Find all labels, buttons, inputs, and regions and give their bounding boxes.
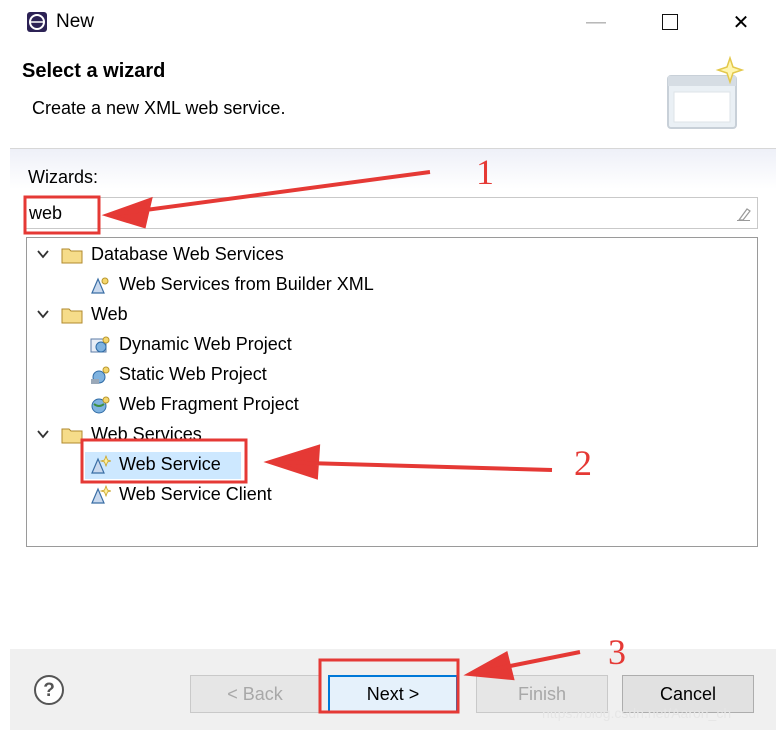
tree-item-label: Dynamic Web Project [119, 334, 292, 354]
back-button[interactable]: < Back [190, 675, 320, 713]
web-fragment-project-icon [91, 396, 110, 414]
tree-item-label: Web Service Client [119, 484, 272, 504]
window-title: New [56, 11, 95, 32]
tree-category-database-web-services[interactable]: Database Web Services [27, 240, 757, 270]
tree-item-static-web-project[interactable]: Static Web Project [27, 360, 757, 390]
static-web-project-icon [91, 366, 110, 384]
tree-item-web-fragment-project[interactable]: Web Fragment Project [27, 390, 757, 420]
tree-item-label: Web [91, 304, 128, 324]
tree-item-web-service-client[interactable]: Web Service Client [27, 480, 757, 510]
folder-icon [61, 428, 83, 444]
folder-icon [61, 248, 83, 264]
web-service-builder-icon [91, 277, 109, 294]
maximize-icon [662, 14, 678, 30]
chevron-down-icon[interactable] [35, 306, 51, 322]
tree-item-label: Web Service [119, 454, 221, 474]
close-button[interactable]: ✕ [718, 4, 764, 40]
button-bar: ? < Back Next > Finish Cancel https://bl… [10, 649, 776, 730]
wizard-body: Wizards: Database Web Services Web Servi… [10, 149, 776, 649]
new-wizard-banner-icon [667, 55, 745, 129]
tree-item-label: Database Web Services [91, 244, 284, 264]
title-bar: New — ✕ [10, 0, 776, 44]
wizard-header: Select a wizard Create a new XML web ser… [10, 44, 776, 149]
tree-item-label: Web Services [91, 424, 202, 444]
maximize-button[interactable] [647, 4, 693, 40]
clear-filter-icon[interactable] [735, 206, 751, 222]
folder-icon [61, 308, 83, 324]
eclipse-app-icon [27, 12, 47, 32]
dynamic-web-project-icon [90, 336, 110, 353]
web-service-client-icon [91, 485, 111, 504]
wizard-tree[interactable]: Database Web Services Web Services from … [26, 237, 758, 547]
minimize-button[interactable]: — [573, 4, 619, 40]
chevron-down-icon[interactable] [35, 426, 51, 442]
watermark: https://blog.csdn.net/Aaron_ch [542, 705, 732, 721]
tree-item-label: Web Fragment Project [119, 394, 299, 414]
wizards-label: Wizards: [28, 167, 99, 187]
new-wizard-dialog: New — ✕ Select a wizard Create a new XML… [10, 0, 776, 730]
next-button[interactable]: Next > [328, 675, 458, 713]
web-service-icon [91, 455, 111, 474]
tree-item-label: Static Web Project [119, 364, 267, 384]
tree-category-web-services[interactable]: Web Services [27, 420, 757, 450]
page-description: Create a new XML web service. [32, 98, 286, 118]
help-button[interactable]: ? [34, 675, 64, 705]
tree-category-web[interactable]: Web [27, 300, 757, 330]
wizard-filter-input[interactable] [29, 200, 719, 226]
chevron-down-icon[interactable] [35, 246, 51, 262]
tree-item-web-service[interactable]: Web Service [27, 450, 757, 480]
tree-item-web-services-from-builder-xml[interactable]: Web Services from Builder XML [27, 270, 757, 300]
page-title: Select a wizard [22, 60, 166, 82]
wizard-filter [24, 197, 758, 229]
tree-item-dynamic-web-project[interactable]: Dynamic Web Project [27, 330, 757, 360]
tree-item-label: Web Services from Builder XML [119, 274, 374, 294]
